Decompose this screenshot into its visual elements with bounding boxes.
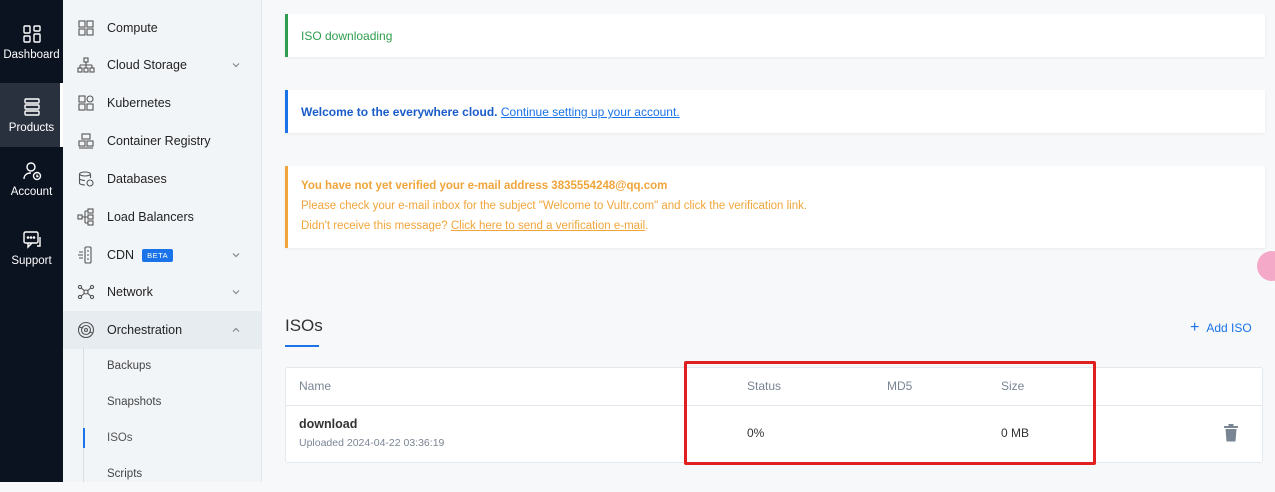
- submenu-item-scripts[interactable]: Scripts: [63, 456, 261, 492]
- primary-nav-rail: Dashboard Products Account Support: [0, 0, 63, 482]
- load-balancers-icon: [77, 208, 94, 226]
- add-iso-label: Add ISO: [1206, 321, 1252, 335]
- sidebar-item-orchestration[interactable]: Orchestration: [63, 311, 261, 349]
- iso-size: 0 MB: [1001, 426, 1030, 440]
- main-content: ISO downloading Welcome to the everywher…: [261, 0, 1275, 482]
- network-icon: [77, 284, 95, 300]
- resend-prefix: Didn't receive this message?: [301, 220, 448, 232]
- sidebar-label-network: Network: [107, 285, 153, 299]
- container-registry-icon: [78, 133, 94, 149]
- table-row: download Uploaded 2024-04-22 03:36:19 0%…: [286, 406, 1262, 462]
- resend-verification-link[interactable]: Click here to send a verification e-mail: [451, 220, 645, 232]
- sidebar-label-databases: Databases: [107, 172, 167, 186]
- beta-badge: BETA: [142, 249, 174, 263]
- rail-label-account: Account: [10, 186, 53, 198]
- rail-item-dashboard[interactable]: Dashboard: [0, 10, 63, 74]
- account-icon: [22, 162, 41, 181]
- products-icon: [23, 98, 40, 116]
- chevron-down-icon: [232, 290, 240, 295]
- rail-item-account[interactable]: Account: [0, 147, 63, 211]
- submenu-item-isos[interactable]: ISOs: [63, 420, 261, 456]
- cloud-storage-icon: [77, 57, 95, 73]
- trash-icon[interactable]: [1224, 424, 1238, 442]
- section-title: ISOs: [285, 316, 323, 335]
- submenu-label-snapshots: Snapshots: [107, 396, 162, 408]
- rail-item-support[interactable]: Support: [0, 216, 63, 280]
- submenu-label-backups: Backups: [107, 360, 152, 372]
- cdn-icon: [78, 246, 92, 264]
- sidebar-item-container-registry[interactable]: Container Registry: [63, 122, 261, 160]
- rail-item-products[interactable]: Products: [0, 83, 63, 147]
- submenu-item-backups[interactable]: Backups: [63, 348, 261, 384]
- sidebar-item-network[interactable]: Network: [63, 273, 261, 311]
- column-header-status: Status: [747, 379, 782, 393]
- table-header: Name Status MD5 Size: [286, 368, 1262, 406]
- compute-icon: [78, 20, 94, 36]
- iso-name: download: [299, 417, 358, 431]
- sidebar-item-databases[interactable]: Databases: [63, 160, 261, 198]
- column-header-md5: MD5: [887, 379, 913, 393]
- resend-verification-line: Didn't receive this message? Click here …: [301, 220, 648, 232]
- sidebar-label-kubernetes: Kubernetes: [107, 96, 171, 110]
- rail-label-support: Support: [11, 255, 52, 267]
- chevron-up-icon: [232, 327, 240, 332]
- column-header-name: Name: [299, 379, 332, 393]
- rail-label-products: Products: [8, 122, 55, 134]
- sidebar-label-cdn: CDN BETA: [107, 247, 174, 263]
- sidebar-item-compute[interactable]: Compute: [63, 9, 261, 47]
- verify-email-heading: You have not yet verified your e-mail ad…: [301, 180, 668, 192]
- verify-email-instructions: Please check your e-mail inbox for the s…: [301, 200, 808, 212]
- section-title-underline: [285, 345, 319, 347]
- dashboard-icon: [22, 25, 41, 43]
- cdn-label-text: CDN: [107, 247, 135, 262]
- products-sidebar: Compute Cloud Storage Kubernetes Contain…: [63, 0, 262, 482]
- orchestration-icon: [77, 321, 95, 339]
- rail-label-dashboard: Dashboard: [3, 49, 60, 61]
- warning-alert: You have not yet verified your e-mail ad…: [285, 166, 1265, 248]
- iso-status: 0%: [747, 426, 765, 440]
- success-alert: ISO downloading: [285, 14, 1265, 57]
- sidebar-item-cdn[interactable]: CDN BETA: [63, 236, 261, 274]
- sidebar-item-kubernetes[interactable]: Kubernetes: [63, 84, 261, 122]
- info-alert: Welcome to the everywhere cloud. Continu…: [285, 90, 1265, 133]
- column-header-size: Size: [1001, 379, 1025, 393]
- submenu-item-snapshots[interactable]: Snapshots: [63, 384, 261, 420]
- success-alert-text: ISO downloading: [301, 29, 393, 43]
- sidebar-item-cloud-storage[interactable]: Cloud Storage: [63, 46, 261, 84]
- iso-uploaded-date: Uploaded 2024-04-22 03:36:19: [299, 437, 445, 449]
- submenu-label-scripts: Scripts: [107, 468, 143, 480]
- sidebar-label-cloud-storage: Cloud Storage: [107, 58, 187, 72]
- info-alert-bold: Welcome to the everywhere cloud.: [301, 105, 498, 119]
- sidebar-label-compute: Compute: [107, 21, 158, 35]
- sidebar-label-load-balancers: Load Balancers: [107, 210, 194, 224]
- chevron-down-icon: [232, 63, 240, 68]
- sidebar-label-orchestration: Orchestration: [107, 323, 183, 337]
- resend-suffix: .: [645, 220, 649, 232]
- sidebar-label-container-registry: Container Registry: [107, 134, 211, 148]
- submenu-label-isos: ISOs: [107, 432, 133, 444]
- add-iso-button[interactable]: + Add ISO: [1190, 319, 1252, 336]
- support-icon: [22, 231, 41, 249]
- continue-setup-link[interactable]: Continue setting up your account.: [501, 105, 680, 119]
- iso-table: Name Status MD5 Size download Uploaded 2…: [285, 367, 1263, 463]
- sidebar-item-load-balancers[interactable]: Load Balancers: [63, 198, 261, 236]
- info-alert-text: Welcome to the everywhere cloud. Continu…: [301, 105, 680, 119]
- chevron-down-icon: [232, 253, 240, 258]
- plus-icon: +: [1190, 319, 1200, 336]
- orchestration-submenu: Backups Snapshots ISOs Scripts: [63, 348, 261, 482]
- kubernetes-icon: [78, 95, 94, 111]
- databases-icon: [78, 171, 94, 187]
